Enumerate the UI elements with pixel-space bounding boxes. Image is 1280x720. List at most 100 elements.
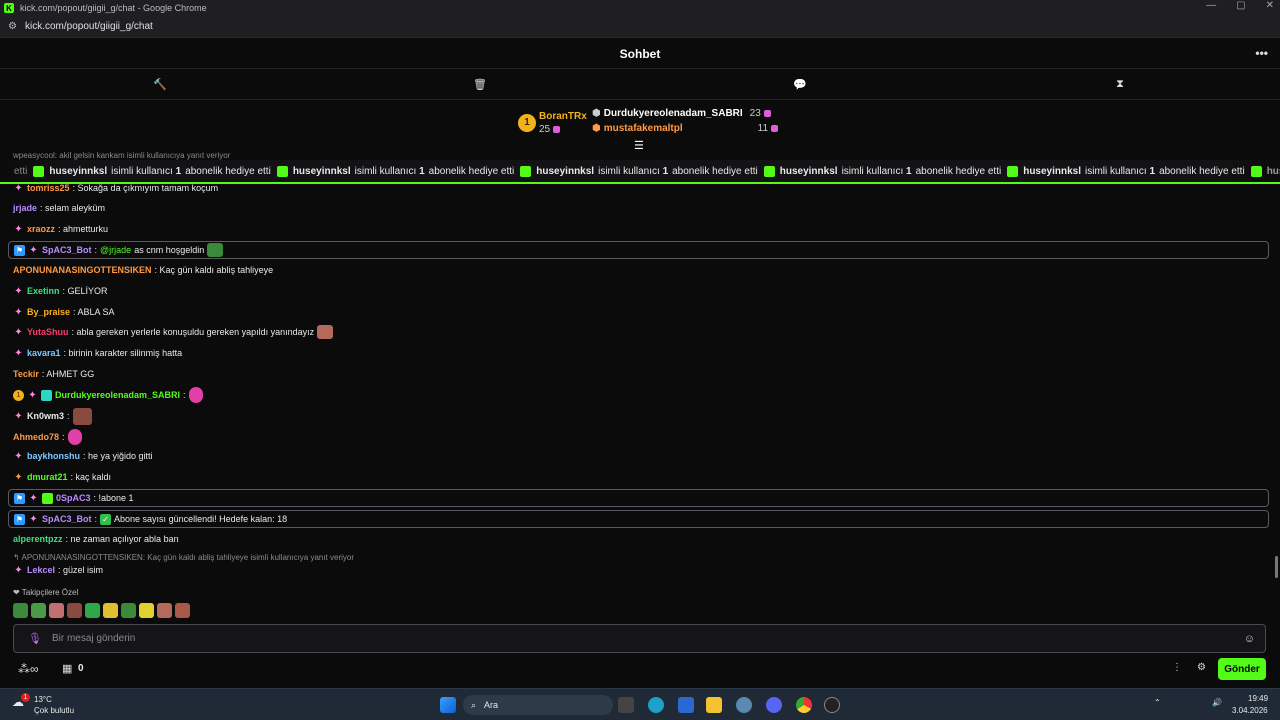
obs-icon[interactable] bbox=[824, 697, 840, 713]
leader-count: 25 bbox=[539, 124, 551, 135]
username[interactable]: jrjade bbox=[13, 203, 37, 213]
volume-icon[interactable]: 🔊 bbox=[1212, 698, 1222, 707]
face-emote-icon[interactable] bbox=[49, 603, 64, 618]
chat-message: ✦ dmurat21: kaç kaldı bbox=[14, 471, 112, 483]
folder-icon[interactable] bbox=[706, 697, 722, 713]
trash-icon[interactable]: 🗑 bbox=[320, 70, 640, 99]
chat-input-placeholder: Bir mesaj gönderin bbox=[51, 633, 136, 644]
chat-message: ✦ tomriss25: Sokağa da çıkmıyım tamam koç… bbox=[14, 182, 219, 194]
followers-only-label: ❤ Takipçilere Özel bbox=[13, 588, 79, 597]
username[interactable]: Lekcel bbox=[27, 565, 55, 575]
leader-count: 11 bbox=[757, 123, 769, 134]
scrollbar[interactable] bbox=[1275, 556, 1278, 578]
browser-titlebar: K kick.com/popout/giigii_g/chat - Google… bbox=[0, 0, 1280, 16]
chat-messages: ✦ tomriss25: Sokağa da çıkmıyım tamam koç… bbox=[0, 180, 1280, 620]
frog-emote-icon[interactable] bbox=[121, 603, 136, 618]
infinity-icon[interactable]: ⁂∞ bbox=[18, 662, 39, 676]
chat-input[interactable]: 🎙 Bir mesaj gönderin ☺ bbox=[13, 624, 1266, 653]
cactus-emote-icon[interactable] bbox=[85, 603, 100, 618]
chat-message: ✦ Lekcel: güzel isim bbox=[14, 564, 104, 576]
emoji-icon[interactable]: ☺ bbox=[1244, 633, 1255, 645]
gift-item: huseyinnksl isimli kullanıcı 1 abonelik he… bbox=[520, 165, 758, 177]
chat-message: ✦ By_praise: ABLA SA bbox=[14, 306, 115, 318]
face-emote-icon[interactable] bbox=[67, 603, 82, 618]
ban-hammer-icon[interactable]: 🔨 bbox=[0, 70, 320, 99]
username[interactable]: 0SpAC3 bbox=[56, 493, 91, 503]
start-icon[interactable] bbox=[440, 697, 456, 713]
send-button[interactable]: Gönder bbox=[1218, 658, 1266, 680]
bot-message: ⚑ ✦ 0SpAC3: !abone 1 bbox=[8, 489, 1269, 507]
chat-bubble-icon[interactable]: 💬 bbox=[640, 70, 960, 99]
collapse-icon[interactable]: ☰ bbox=[634, 139, 644, 152]
more-vertical-icon[interactable]: ⋮ bbox=[1172, 662, 1182, 673]
rank-badge-icon: 1 bbox=[518, 114, 536, 132]
leader-second[interactable]: ⬢ Durdukyereolenadam_SABRI 23 bbox=[592, 108, 771, 119]
gift-leaderboard: 1 BoranTRx 25 ⬢ Durdukyereolenadam_SABRI… bbox=[0, 101, 1280, 152]
username[interactable]: baykhonshu bbox=[27, 451, 80, 461]
girl-emote-icon[interactable] bbox=[157, 603, 172, 618]
chat-message: ✦ YutaShuu: abla gereken yerlerle konuşul… bbox=[13, 324, 334, 340]
username[interactable]: xraozz bbox=[27, 224, 55, 234]
username[interactable]: dmurat21 bbox=[27, 472, 68, 482]
frog-emote-icon[interactable] bbox=[13, 603, 28, 618]
frog-emote-icon[interactable] bbox=[31, 603, 46, 618]
settings-app-icon[interactable] bbox=[736, 697, 752, 713]
close-icon[interactable]: ✕ bbox=[1266, 0, 1274, 11]
shield-icon: ⬢ bbox=[592, 123, 601, 134]
minimize-icon[interactable]: — bbox=[1206, 0, 1216, 11]
username[interactable]: tomriss25 bbox=[27, 183, 70, 193]
settings-icon[interactable]: ⚙ bbox=[1197, 662, 1206, 673]
weather-text: Çok bulutlu bbox=[34, 706, 75, 715]
butterfly-badge-icon: ✦ bbox=[14, 223, 23, 235]
butterfly-badge-icon: ✦ bbox=[14, 450, 23, 462]
username[interactable]: By_praise bbox=[27, 307, 70, 317]
site-settings-icon[interactable]: ⚙ bbox=[8, 21, 17, 32]
taskbar-search[interactable]: ⌕ Ara bbox=[463, 695, 613, 715]
username[interactable]: Teckir bbox=[13, 369, 39, 379]
username[interactable]: YutaShuu bbox=[27, 327, 69, 337]
edge-icon[interactable] bbox=[648, 697, 664, 713]
leader-third[interactable]: ⬢ mustafakemaltpl 11 bbox=[592, 123, 779, 134]
discord-icon[interactable] bbox=[766, 697, 782, 713]
username[interactable]: Durdukyereolenadam_SABRI bbox=[55, 390, 180, 400]
username[interactable]: APONUNANASINGOTTENSIKEN bbox=[13, 265, 152, 275]
username[interactable]: Exetinn bbox=[27, 286, 60, 296]
butterfly-badge-icon: ✦ bbox=[14, 410, 23, 422]
butterfly-badge-icon: ✦ bbox=[14, 347, 23, 359]
username[interactable]: SpAC3_Bot bbox=[42, 514, 92, 524]
chat-message: APONUNANASINGOTTENSIKEN: Kaç gün kaldı a… bbox=[13, 265, 274, 275]
tray-chevron-icon[interactable]: ⌃ bbox=[1154, 698, 1161, 707]
maximize-icon[interactable]: ▢ bbox=[1236, 0, 1245, 11]
taskview-icon[interactable] bbox=[618, 697, 634, 713]
username[interactable]: Ahmedo78 bbox=[13, 432, 59, 442]
store-icon[interactable]: ▦ bbox=[62, 662, 72, 675]
duck-emote-icon[interactable] bbox=[139, 603, 154, 618]
smile-emote-icon[interactable] bbox=[103, 603, 118, 618]
chat-message: alperentpzz: ne zaman açılıyor abla ban bbox=[13, 534, 179, 544]
more-options-icon[interactable]: ••• bbox=[1255, 46, 1268, 60]
chat-message: Ahmedo78: bbox=[13, 428, 82, 446]
bot-message: ⚑ ✦ SpAC3_Bot: ✓ Abone sayısı güncellendi! … bbox=[8, 510, 1269, 528]
mic-icon[interactable]: 🎙 bbox=[28, 632, 42, 645]
chat-message: 1 ✦ Durdukyereolenadam_SABRI: bbox=[13, 386, 203, 404]
gift-badge-icon: 1 bbox=[13, 389, 24, 401]
sub-badge-icon bbox=[41, 389, 52, 401]
bot-badge-icon: ⚑ bbox=[14, 244, 25, 256]
store-app-icon[interactable] bbox=[678, 697, 694, 713]
search-icon: ⌕ bbox=[471, 699, 477, 710]
sub-icon bbox=[771, 125, 779, 132]
username[interactable]: kavara1 bbox=[27, 348, 61, 358]
address-bar[interactable]: ⚙ kick.com/popout/giigii_g/chat bbox=[0, 16, 1280, 38]
reply-context: ↰ APONUNANASINGOTTENSIKEN: Kaç gün kaldı… bbox=[13, 553, 355, 562]
chat-message: Teckir: AHMET GG bbox=[13, 369, 95, 379]
butterfly-badge-icon: ✦ bbox=[14, 564, 23, 576]
leader-first[interactable]: 1 BoranTRx 25 bbox=[518, 111, 587, 135]
chrome-icon[interactable] bbox=[796, 697, 812, 713]
girl-emote-icon[interactable] bbox=[175, 603, 190, 618]
username[interactable]: Kn0wm3 bbox=[27, 411, 64, 421]
gift-item: huseyinnksl isimli kullanıcı 1 abonelik he… bbox=[763, 165, 1001, 177]
frog-emote-icon bbox=[207, 243, 224, 257]
username[interactable]: SpAC3_Bot bbox=[42, 245, 92, 255]
username[interactable]: alperentpzz bbox=[13, 534, 63, 544]
hourglass-icon[interactable]: ⧗ bbox=[960, 70, 1280, 99]
